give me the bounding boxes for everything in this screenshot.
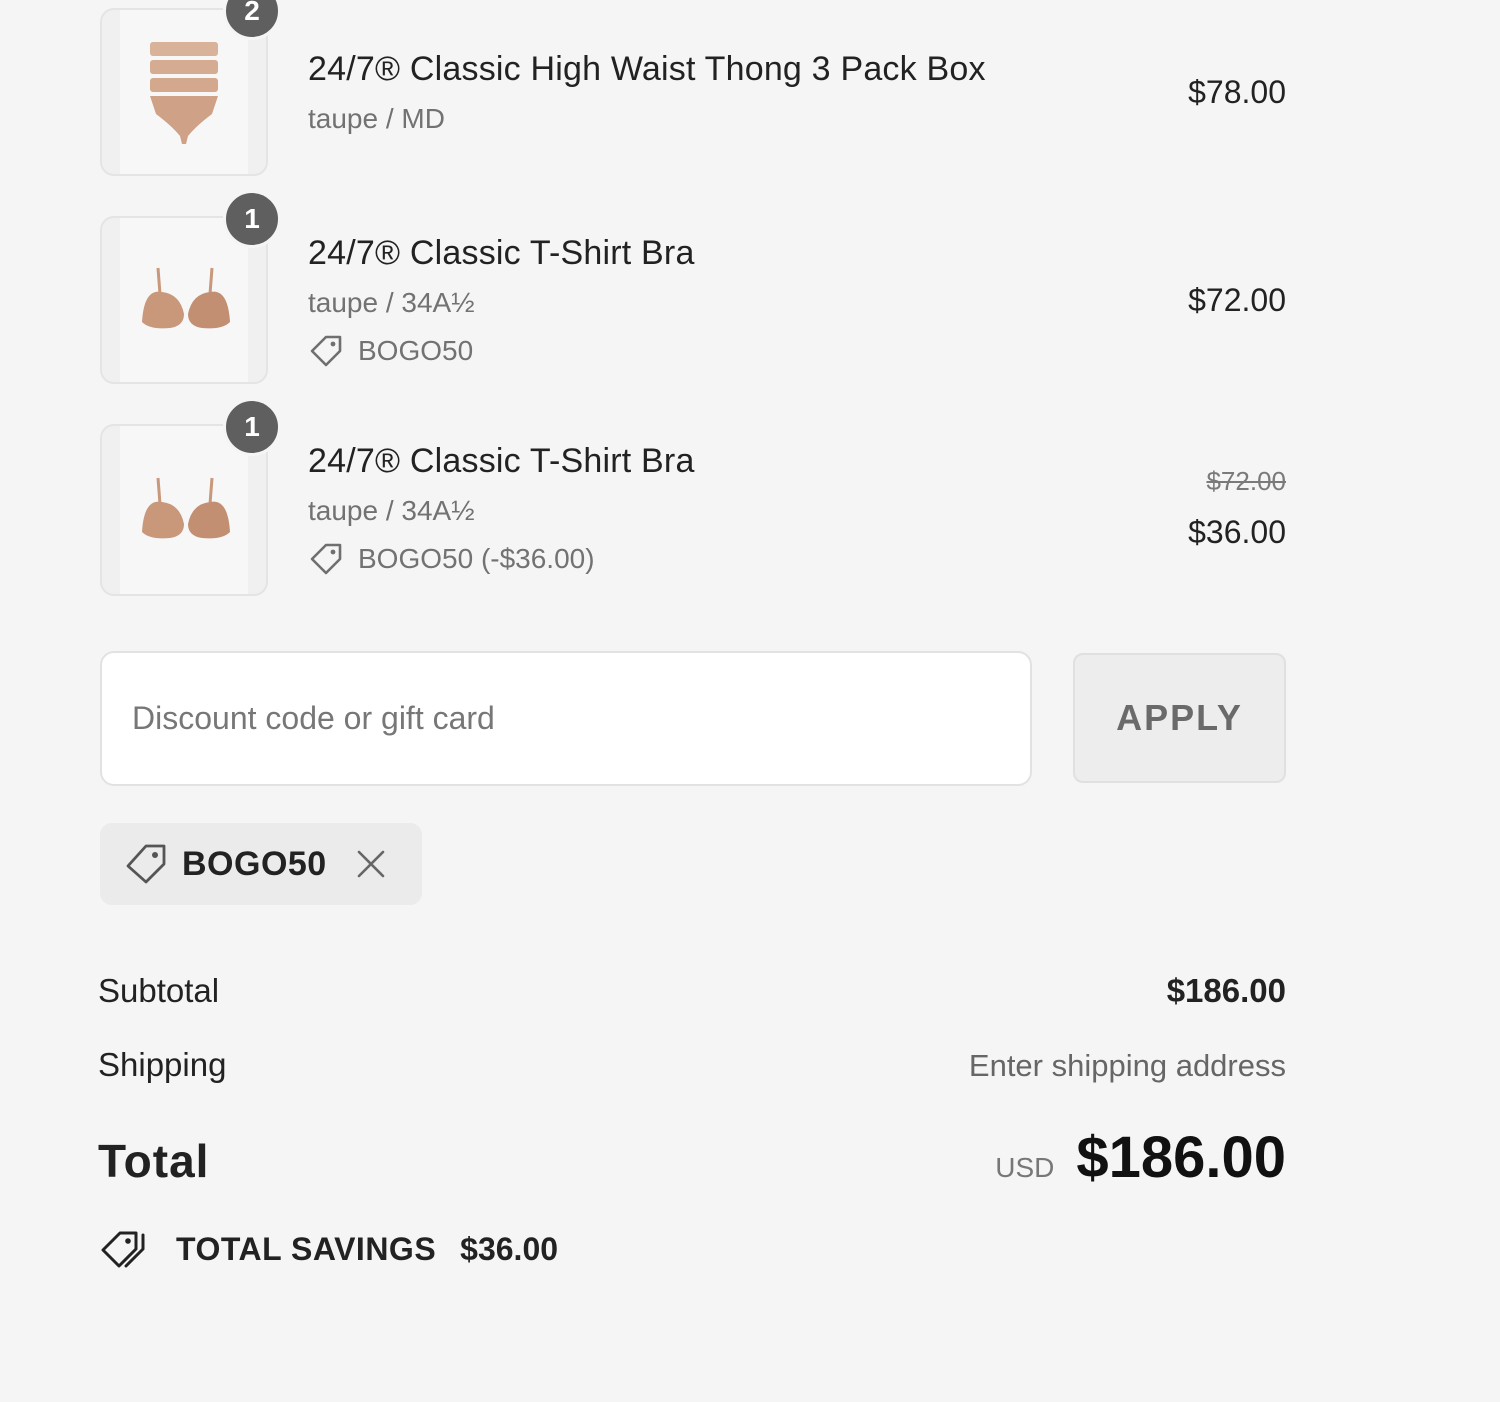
product-price: $72.00 bbox=[1188, 282, 1286, 318]
product-price: $78.00 bbox=[1188, 74, 1286, 110]
product-variant: taupe / 34A½ bbox=[308, 287, 475, 318]
product-title: 24/7® Classic T-Shirt Bra bbox=[308, 442, 695, 480]
subtotal-row: Subtotal $186.00 bbox=[98, 972, 1286, 1010]
currency-code: USD bbox=[995, 1152, 1055, 1183]
product-variant: taupe / MD bbox=[308, 103, 445, 134]
subtotal-label: Subtotal bbox=[98, 972, 220, 1009]
shipping-value: Enter shipping address bbox=[968, 1048, 1286, 1083]
quantity-badge: 1 bbox=[223, 398, 281, 456]
quantity-badge: 1 bbox=[223, 190, 281, 248]
shipping-row: Shipping Enter shipping address bbox=[98, 1046, 1286, 1084]
total-row: Total USD $186.00 bbox=[98, 1124, 1286, 1191]
total-savings-value: $36.00 bbox=[460, 1230, 559, 1267]
discount-code-input[interactable] bbox=[100, 651, 1032, 786]
total-savings-label: TOTAL SAVINGS bbox=[176, 1230, 437, 1267]
total-savings: TOTAL SAVINGS $36.00 bbox=[100, 1228, 558, 1270]
subtotal-value: $186.00 bbox=[1166, 972, 1286, 1009]
bra-product-icon bbox=[142, 267, 230, 329]
order-summary: 2 24/7® Classic High Waist Thong 3 Pack … bbox=[0, 0, 1500, 1402]
line-item: 2 24/7® Classic High Waist Thong 3 Pack … bbox=[100, 0, 1286, 176]
item-discount-code: BOGO50 bbox=[358, 335, 474, 366]
tag-icon bbox=[310, 335, 342, 367]
apply-button[interactable]: APPLY bbox=[1073, 653, 1286, 783]
product-title: 24/7® Classic T-Shirt Bra bbox=[308, 234, 695, 272]
shipping-label: Shipping bbox=[98, 1046, 227, 1083]
product-thumbnail: 1 bbox=[100, 398, 281, 596]
product-variant: taupe / 34A½ bbox=[308, 495, 475, 526]
item-discount: BOGO50 bbox=[308, 333, 695, 369]
product-thumbnail: 1 bbox=[100, 190, 281, 384]
total-amount: USD $186.00 bbox=[995, 1124, 1286, 1191]
applied-discount-chip: BOGO50 bbox=[100, 823, 422, 905]
thong-product-icon bbox=[150, 42, 218, 144]
original-price: $72.00 bbox=[1206, 466, 1286, 496]
product-title: 24/7® Classic High Waist Thong 3 Pack Bo… bbox=[308, 50, 986, 88]
total-value: $186.00 bbox=[1076, 1125, 1286, 1190]
line-item: 1 24/7® Classic T-Shirt Bra taupe / 34A½… bbox=[100, 398, 1286, 596]
item-discount: BOGO50 (-$36.00) bbox=[308, 541, 695, 577]
product-price: $36.00 bbox=[1188, 514, 1286, 550]
line-item: 1 24/7® Classic T-Shirt Bra taupe / 34A½… bbox=[100, 190, 1286, 384]
total-label: Total bbox=[98, 1135, 210, 1187]
bra-product-icon bbox=[142, 477, 230, 539]
remove-discount-button[interactable] bbox=[355, 848, 387, 880]
tags-icon bbox=[101, 1231, 145, 1268]
tag-icon bbox=[310, 543, 342, 575]
item-discount-code: BOGO50 (-$36.00) bbox=[358, 543, 595, 574]
applied-discount-code: BOGO50 bbox=[182, 844, 327, 883]
close-icon[interactable] bbox=[355, 848, 387, 880]
tag-icon bbox=[126, 844, 166, 884]
product-thumbnail: 2 bbox=[100, 0, 281, 176]
